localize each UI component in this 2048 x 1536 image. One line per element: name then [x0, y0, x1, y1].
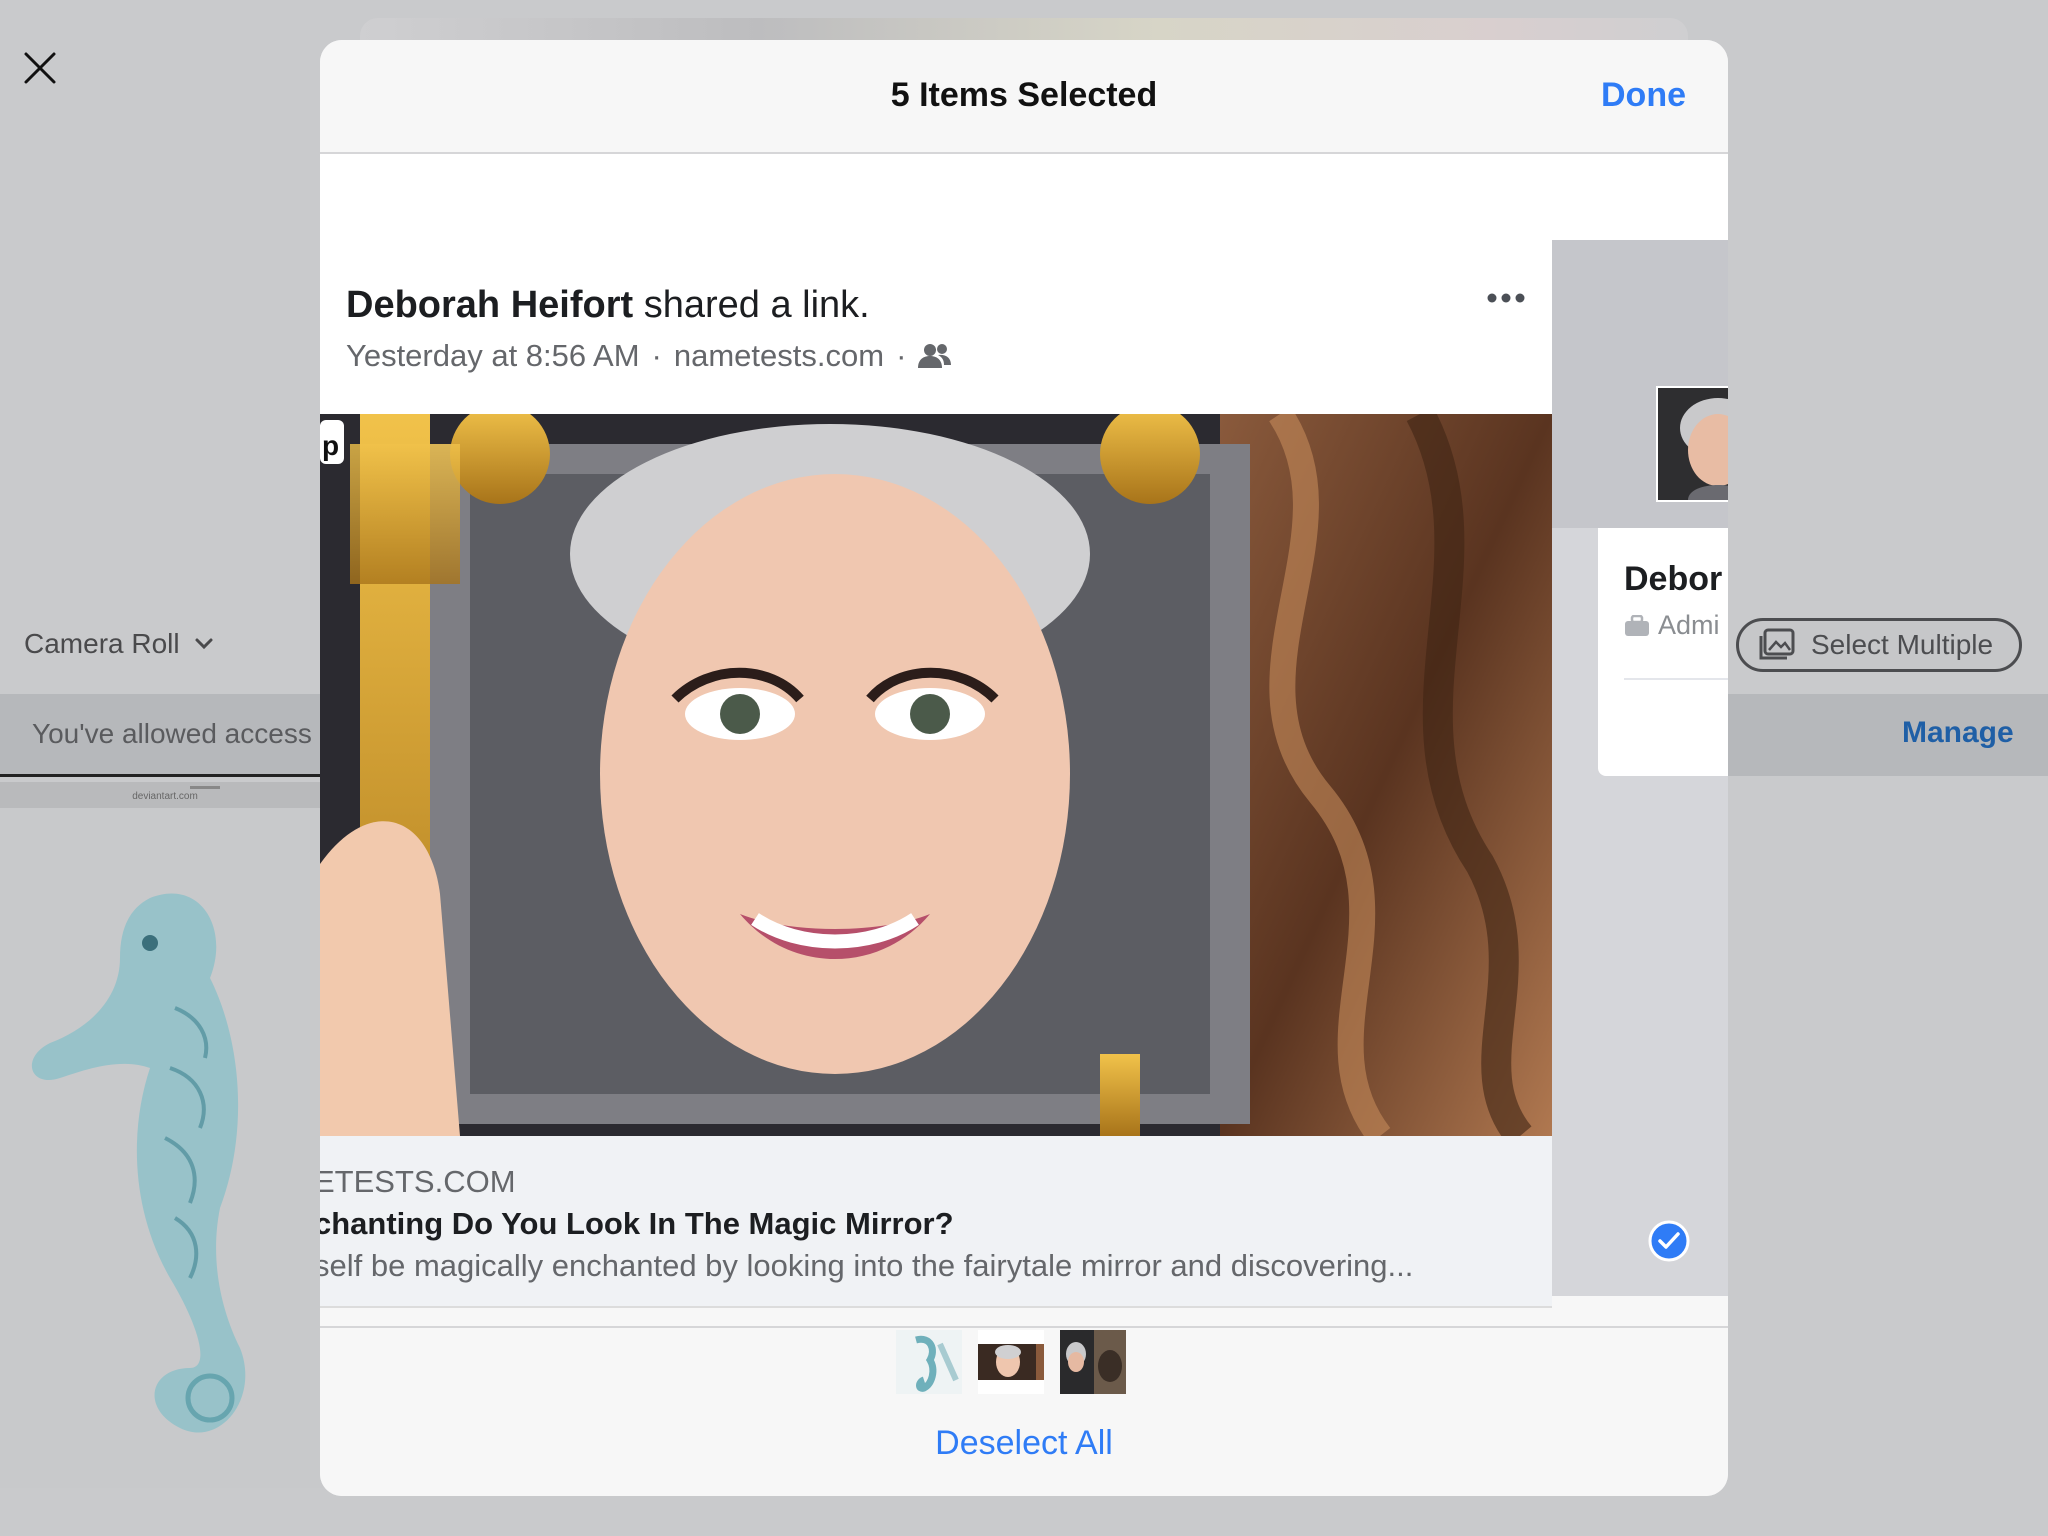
select-multiple-label: Select Multiple	[1811, 629, 1994, 660]
avatar	[1656, 386, 1728, 502]
next-photo-preview[interactable]: Debor Admi	[1552, 240, 1728, 1296]
profile-name: Debor	[1624, 560, 1723, 598]
profile-card: Debor Admi	[1598, 528, 1728, 776]
deselect-all-button[interactable]: Deselect All	[320, 1424, 1728, 1463]
friends-icon	[918, 344, 952, 368]
sheet-footer: Deselect All	[320, 1326, 1728, 1496]
more-dots-icon[interactable]	[1486, 292, 1526, 304]
post-action: shared a link.	[633, 284, 870, 326]
seahorse-photo[interactable]	[0, 808, 330, 1488]
photo-thumbnail-header: deviantart.com	[0, 782, 330, 808]
chevron-down-icon	[195, 638, 213, 650]
thumbnail-seahorse[interactable]	[896, 1330, 962, 1394]
selected-photo-preview[interactable]: Deborah Heifort shared a link. Yesterday…	[320, 240, 1552, 1308]
album-label: Camera Roll	[24, 628, 180, 659]
briefcase-icon	[1625, 614, 1649, 636]
meta-separator: ·	[651, 338, 662, 373]
link-description: self be magically enchanted by looking i…	[320, 1248, 1414, 1283]
manage-button[interactable]: Manage	[1902, 716, 2014, 750]
thumbnail-profile-cat[interactable]	[1060, 1330, 1126, 1394]
mirror-portrait-illustration	[320, 414, 1552, 1136]
sheet-title: 5 Items Selected	[890, 76, 1158, 114]
profile-role: Admi	[1624, 610, 1720, 641]
selected-thumbnails	[896, 1330, 1126, 1394]
profile-role-label: Admi	[1658, 610, 1720, 640]
meta-separator: ·	[896, 338, 907, 373]
sheet-header: 5 Items Selected Done	[320, 40, 1728, 154]
magic-mirror-image: p	[320, 414, 1552, 1136]
link-preview[interactable]: ETESTS.COM chanting Do You Look In The M…	[320, 1136, 1552, 1308]
checkmark-circle-icon[interactable]	[1648, 1220, 1690, 1262]
done-button[interactable]: Done	[1601, 76, 1686, 115]
thumb-caption: deviantart.com	[132, 791, 198, 802]
divider	[1624, 678, 1728, 680]
album-picker[interactable]: Camera Roll	[24, 628, 214, 660]
post-author-line: Deborah Heifort shared a link.	[346, 284, 870, 327]
share-sheet: 5 Items Selected Done Deborah Heifort sh…	[320, 40, 1728, 1496]
post-time: Yesterday at 8:56 AM	[346, 338, 640, 373]
avatar-illustration	[1658, 388, 1728, 500]
divider	[0, 774, 330, 777]
image-corner-letter: p	[322, 430, 340, 461]
link-title: chanting Do You Look In The Magic Mirror…	[320, 1206, 954, 1241]
select-multiple-button[interactable]: Select Multiple	[1736, 618, 2022, 672]
link-domain: ETESTS.COM	[320, 1164, 516, 1199]
post-author-name: Deborah Heifort	[346, 284, 634, 326]
post-meta: Yesterday at 8:56 AM · nametests.com ·	[346, 338, 952, 374]
access-notice-text: You've allowed access	[32, 718, 312, 749]
photo-stack-icon	[1759, 628, 1795, 660]
thumbnail-post[interactable]	[978, 1330, 1044, 1394]
seahorse-illustration	[31, 893, 246, 1433]
post-domain: nametests.com	[673, 338, 885, 373]
drag-handle	[190, 786, 220, 789]
close-icon[interactable]	[22, 50, 58, 86]
